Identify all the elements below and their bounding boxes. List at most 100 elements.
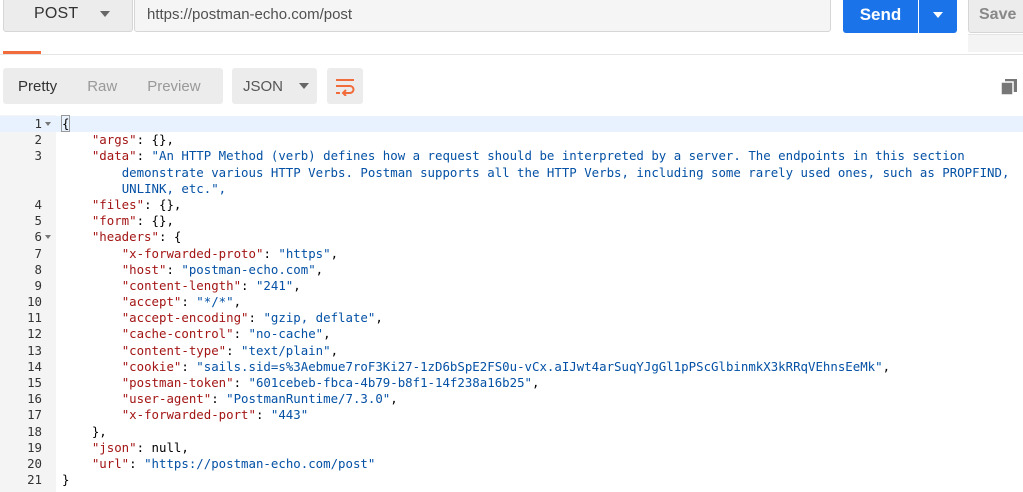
json-key: "args" — [91, 132, 137, 148]
json-key: "headers" — [91, 229, 159, 245]
code-line: 18 }, — [0, 424, 1023, 440]
request-bar: POST Send Save — [0, 0, 1023, 55]
format-label: JSON — [243, 77, 284, 95]
json-string: "443" — [270, 407, 309, 423]
json-string: UNLINK, etc.", — [121, 180, 227, 196]
line-number: 5 — [34, 213, 42, 229]
code-line-wrapped: demonstrate various HTTP Verbs. Postman … — [0, 165, 1023, 181]
line-number: 19 — [27, 439, 42, 455]
line-number: 20 — [27, 455, 42, 471]
json-string: "postman-echo.com" — [181, 261, 316, 277]
line-number: 13 — [27, 342, 42, 358]
code-line-wrapped: UNLINK, etc.", — [0, 181, 1023, 197]
line-number: 7 — [34, 245, 42, 261]
chevron-down-icon — [100, 11, 111, 17]
line-number: 21 — [27, 472, 42, 488]
json-string: "https://postman-echo.com/post" — [144, 455, 376, 471]
line-number: 2 — [34, 132, 42, 148]
code-line: 12 "cache-control": "no-cache", — [0, 326, 1023, 342]
code-line: 4 "files": {}, — [0, 197, 1023, 213]
save-options-strip — [968, 34, 1023, 52]
send-button[interactable]: Send — [843, 0, 918, 33]
json-key: "x-forwarded-port" — [121, 407, 256, 423]
send-options-button[interactable] — [919, 0, 957, 33]
json-string: "sails.sid=s%3Aebmue7roF3Ki27-1zD6bSpE2F… — [196, 358, 883, 374]
json-string: "https" — [278, 245, 331, 261]
code-line: 20 "url": "https://postman-echo.com/post… — [0, 456, 1023, 472]
json-string: "gzip, deflate" — [263, 310, 376, 326]
line-number: 8 — [34, 261, 42, 277]
line-number: 17 — [27, 407, 42, 423]
chevron-down-icon — [299, 83, 310, 89]
line-number: 4 — [34, 196, 42, 212]
json-string: "601cebeb-fbca-4b79-b8f1-14f238a16b25" — [248, 375, 532, 390]
code-line: 7 "x-forwarded-proto": "https", — [0, 246, 1023, 262]
code-line: 15 "postman-token": "601cebeb-fbca-4b79-… — [0, 375, 1023, 391]
json-key: "cookie" — [121, 358, 182, 374]
response-body-viewer[interactable]: 1 { 2 "args": {}, 3 "data": "An HTTP Met… — [0, 115, 1023, 492]
json-key: "files" — [91, 196, 145, 212]
divider — [0, 54, 1023, 55]
code-line: 13 "content-type": "text/plain", — [0, 343, 1023, 359]
json-key: "cache-control" — [121, 326, 234, 342]
code-line: 14 "cookie": "sails.sid=s%3Aebmue7roF3Ki… — [0, 359, 1023, 375]
tab-pretty[interactable]: Pretty — [3, 78, 72, 95]
code-line: 21 } — [0, 472, 1023, 488]
line-number: 18 — [27, 423, 42, 439]
line-number: 3 — [34, 148, 42, 164]
json-string: "*/*" — [196, 294, 234, 310]
method-select[interactable]: POST — [3, 0, 133, 32]
json-string: "An HTTP Method (verb) defines how a req… — [151, 148, 965, 164]
json-string: "PostmanRuntime/7.3.0" — [226, 391, 391, 407]
tab-preview[interactable]: Preview — [132, 78, 215, 95]
line-number: 11 — [27, 310, 42, 326]
copy-button[interactable] — [998, 76, 1020, 98]
json-key: "postman-token" — [121, 375, 234, 390]
json-key: "data" — [91, 148, 137, 164]
method-label: POST — [34, 5, 79, 22]
line-number: 9 — [34, 277, 42, 293]
code-line: 6 "headers": { — [0, 229, 1023, 245]
wrap-lines-button[interactable] — [327, 68, 363, 104]
code-line: 8 "host": "postman-echo.com", — [0, 262, 1023, 278]
code-line: 17 "x-forwarded-port": "443" — [0, 407, 1023, 423]
code-line: 5 "form": {}, — [0, 213, 1023, 229]
code-line: 1 { — [0, 115, 1023, 133]
json-key: "x-forwarded-proto" — [121, 245, 264, 261]
fold-toggle-icon[interactable] — [45, 235, 51, 240]
line-number: 1 — [34, 116, 42, 131]
code-line: 16 "user-agent": "PostmanRuntime/7.3.0", — [0, 391, 1023, 407]
fold-toggle-icon[interactable] — [45, 122, 51, 126]
json-key: "accept" — [121, 294, 182, 310]
line-number: 6 — [34, 229, 42, 245]
line-number: 10 — [27, 294, 42, 310]
json-string: demonstrate various HTTP Verbs. Postman … — [121, 164, 1010, 180]
copy-icon — [1000, 79, 1017, 96]
save-button[interactable]: Save — [968, 0, 1023, 33]
json-key: "json" — [91, 439, 137, 455]
line-number: 16 — [27, 391, 42, 407]
tab-raw[interactable]: Raw — [72, 78, 132, 95]
line-number: 15 — [27, 375, 42, 390]
url-input[interactable] — [134, 0, 831, 32]
json-key: "accept-encoding" — [121, 310, 249, 326]
json-null: null — [151, 439, 182, 455]
json-key: "form" — [91, 213, 137, 229]
json-key: "content-length" — [121, 277, 242, 293]
code-line: 10 "accept": "*/*", — [0, 294, 1023, 310]
json-string: "text/plain" — [241, 342, 331, 358]
line-number: 14 — [27, 358, 42, 374]
code-line: 19 "json": null, — [0, 440, 1023, 456]
response-toolbar: Pretty Raw Preview JSON — [0, 68, 1023, 104]
json-key: "user-agent" — [121, 391, 212, 407]
code-line: 11 "accept-encoding": "gzip, deflate", — [0, 310, 1023, 326]
line-number: 12 — [27, 326, 42, 342]
code-lines: 1 { 2 "args": {}, 3 "data": "An HTTP Met… — [0, 115, 1023, 488]
code-line: 3 "data": "An HTTP Method (verb) defines… — [0, 148, 1023, 164]
json-string: "no-cache" — [248, 326, 324, 342]
chevron-down-icon — [933, 11, 943, 18]
format-select[interactable]: JSON — [232, 68, 317, 104]
json-string: "241" — [255, 277, 294, 293]
code-line: 2 "args": {}, — [0, 132, 1023, 148]
wrap-lines-icon — [336, 79, 355, 96]
